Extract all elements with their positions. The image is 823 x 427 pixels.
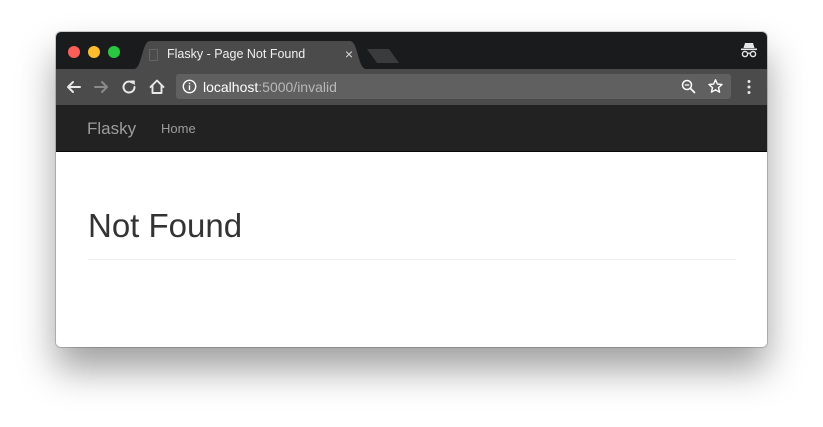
bookmark-star-icon[interactable] [707, 78, 724, 95]
back-arrow-icon[interactable] [64, 77, 84, 97]
incognito-icon [741, 43, 757, 58]
page-heading: Not Found [88, 207, 243, 244]
site-navbar: Flasky Home [56, 105, 767, 152]
site-info-icon[interactable] [182, 79, 197, 94]
browser-toolbar: localhost:5000/invalid [56, 69, 767, 105]
page-content: Not Found [56, 152, 767, 347]
url-text: localhost:5000/invalid [203, 79, 337, 95]
heading-divider [88, 259, 736, 260]
window-close-button[interactable] [68, 46, 80, 58]
browser-window: Flasky - Page Not Found × localhost:5000… [56, 32, 767, 347]
window-zoom-button[interactable] [108, 46, 120, 58]
page-favicon-icon [149, 49, 158, 61]
tab-close-icon[interactable]: × [341, 46, 357, 62]
url-path: :5000/invalid [258, 79, 337, 95]
navbar-brand-link[interactable]: Flasky [87, 119, 136, 139]
home-icon[interactable] [147, 77, 167, 97]
title-bar: Flasky - Page Not Found × [56, 32, 767, 69]
forward-arrow-icon[interactable] [91, 77, 111, 97]
browser-menu-icon[interactable] [740, 78, 758, 96]
new-tab-button[interactable] [366, 48, 400, 64]
browser-tab-active[interactable]: Flasky - Page Not Found × [134, 41, 366, 69]
url-host: localhost [203, 79, 259, 95]
nav-link-home[interactable]: Home [161, 121, 196, 136]
tab-title: Flasky - Page Not Found [167, 47, 306, 61]
address-bar[interactable]: localhost:5000/invalid [176, 74, 731, 99]
reload-icon[interactable] [119, 77, 139, 97]
window-minimize-button[interactable] [88, 46, 100, 58]
zoom-out-icon[interactable] [681, 79, 696, 94]
